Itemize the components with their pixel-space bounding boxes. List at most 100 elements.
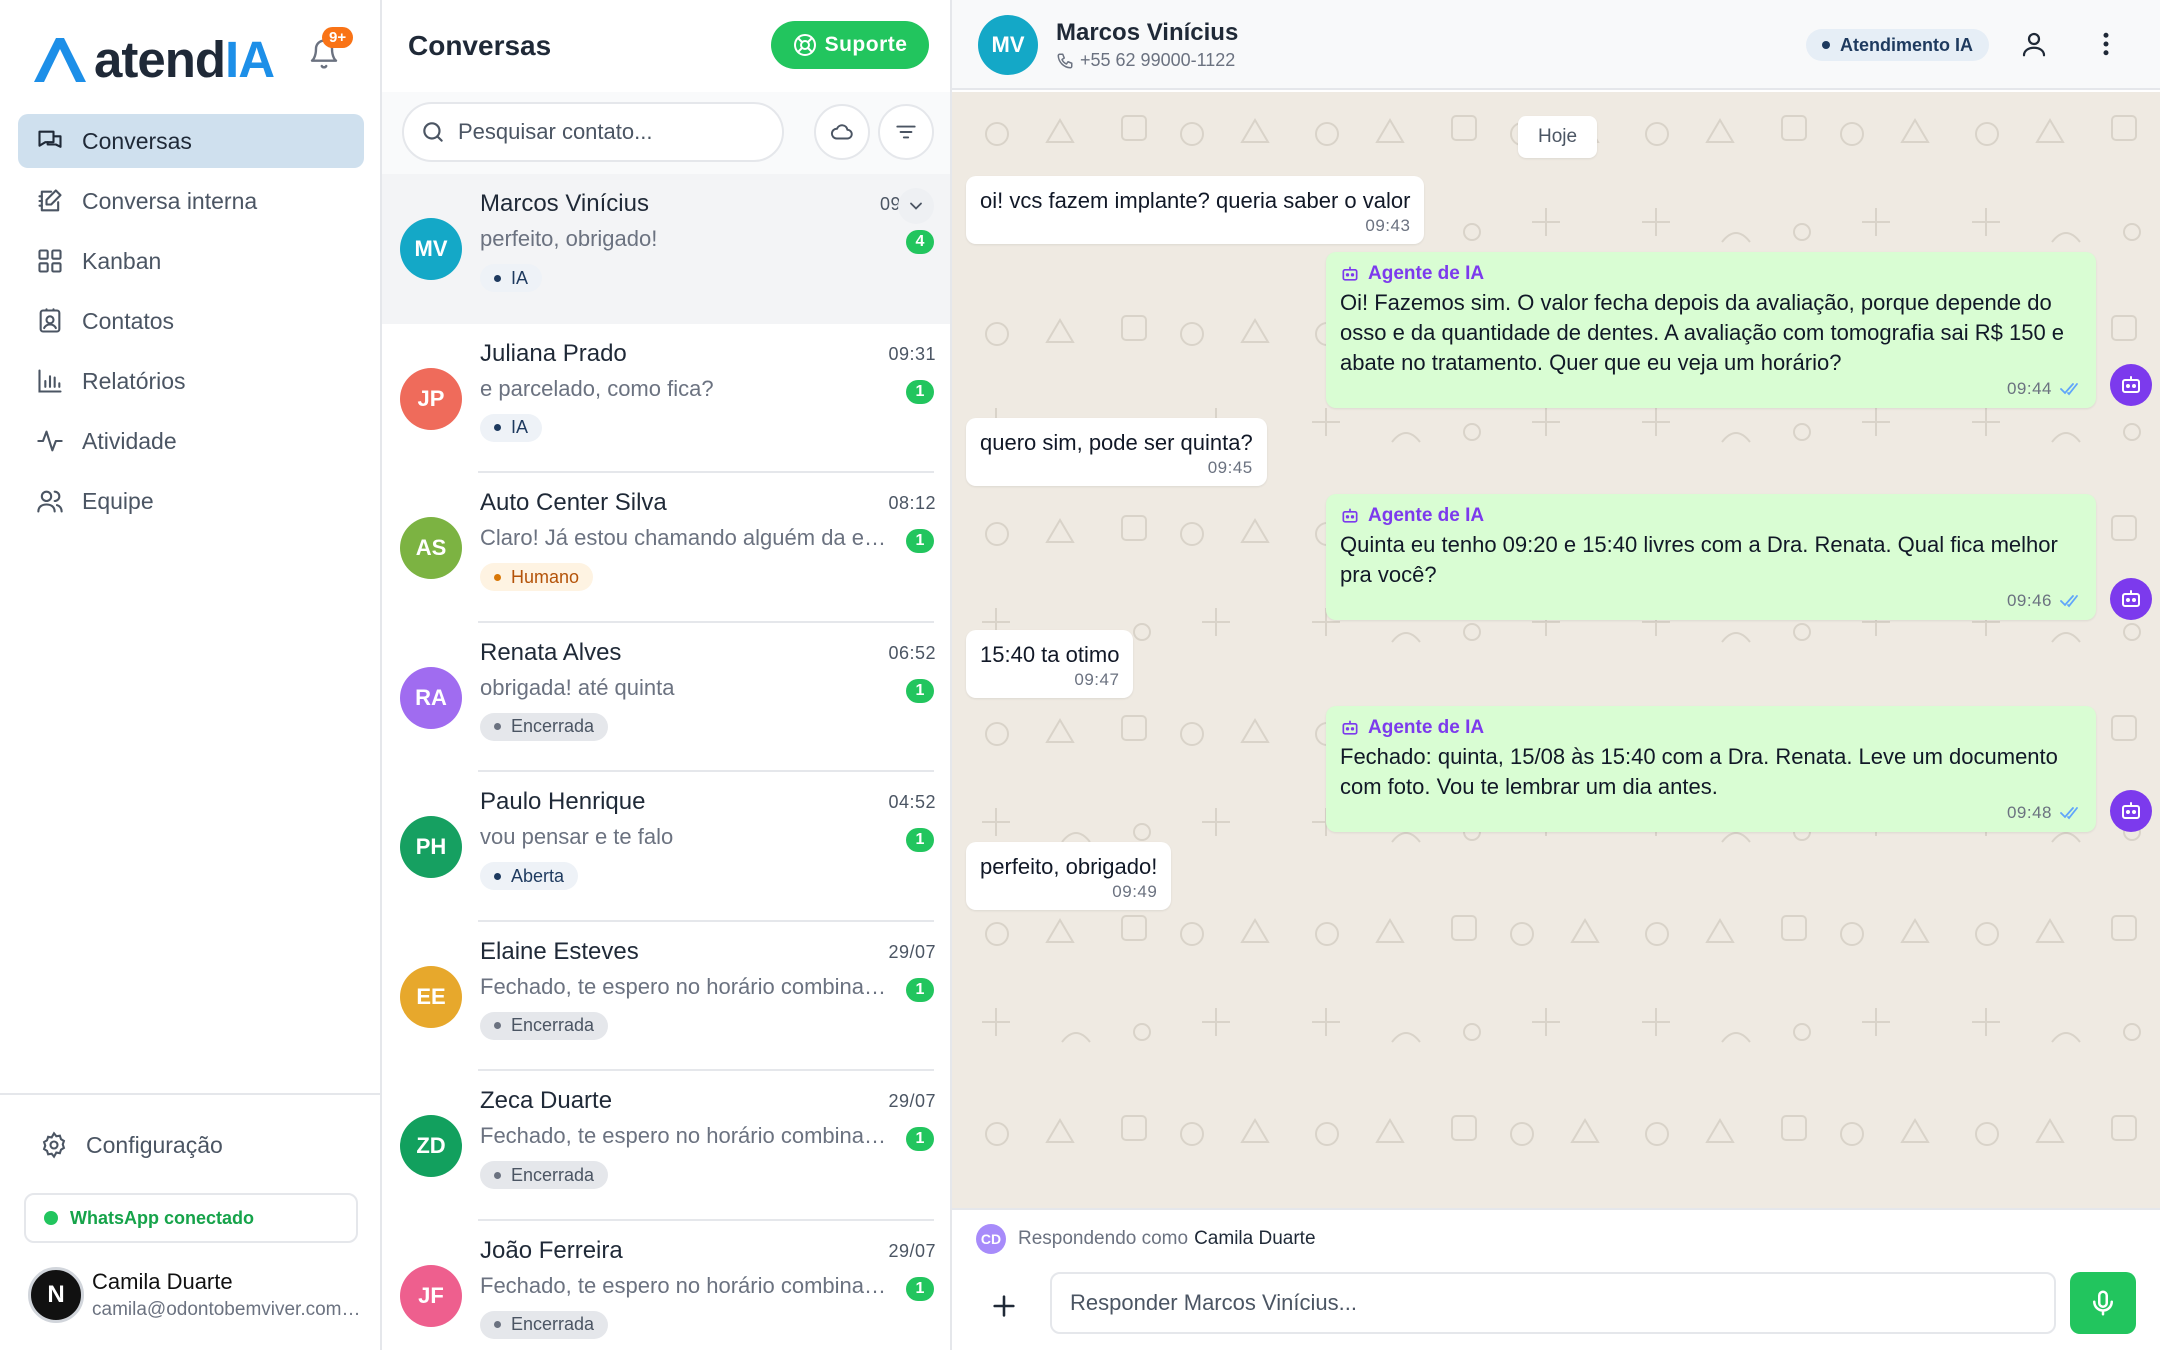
mode-badge[interactable]: Atendimento IA bbox=[1806, 29, 1989, 61]
responding-prefix: Respondendo como bbox=[1018, 1228, 1189, 1249]
user-email: camila@odontobemviver.com.br bbox=[92, 1299, 362, 1320]
message-text: perfeito, obrigado! bbox=[980, 854, 1158, 879]
contact-name[interactable]: Marcos Vinícius bbox=[1056, 19, 1238, 47]
unread-count-badge: 1 bbox=[906, 379, 934, 404]
conversation-item-elaine-esteves[interactable]: EE Elaine Esteves 29/07 Fechado, te espe… bbox=[382, 922, 950, 1071]
incoming-message: perfeito, obrigado! 09:49 bbox=[966, 842, 1172, 910]
conversation-name: João Ferreira bbox=[480, 1236, 623, 1264]
sidebar-item-label: Kanban bbox=[82, 247, 162, 274]
app-logo[interactable]: atendIA bbox=[30, 32, 275, 86]
conversation-item-joao-ferreira[interactable]: JF João Ferreira 29/07 Fechado, te esper… bbox=[382, 1221, 950, 1350]
status-badge: IA bbox=[480, 264, 543, 292]
ai-agent-avatar-icon bbox=[2110, 578, 2152, 620]
unread-count-badge: 1 bbox=[906, 828, 934, 852]
message-text: Fechado: quinta, 15/08 às 15:40 com a Dr… bbox=[1340, 744, 2058, 799]
phone-icon bbox=[1057, 53, 1073, 68]
incoming-message: 15:40 ta otimo 09:47 bbox=[966, 630, 1134, 698]
composer: CD Respondendo como Camila Duarte bbox=[952, 1208, 2160, 1350]
user-profile-button[interactable] bbox=[2016, 26, 2052, 62]
conversation-time: 09:31 bbox=[888, 343, 936, 364]
record-audio-button[interactable] bbox=[2070, 1272, 2136, 1334]
sidebar-item-conversa-interna[interactable]: Conversa interna bbox=[18, 174, 364, 228]
whatsapp-status: WhatsApp conectado bbox=[24, 1193, 358, 1243]
search-input[interactable] bbox=[458, 119, 778, 145]
double-check-icon bbox=[2060, 807, 2078, 820]
double-check-icon bbox=[2060, 595, 2078, 608]
more-options-button[interactable] bbox=[2088, 26, 2124, 62]
agent-label: Agente de IA bbox=[1340, 504, 2082, 528]
conversation-options-button[interactable] bbox=[898, 188, 934, 224]
status-badge-label: Encerrada bbox=[511, 1015, 595, 1035]
chevron-down-icon bbox=[910, 202, 922, 210]
conversation-item-marcos-vinicius[interactable]: MV Marcos Vinícius 09:49 perfeito, obrig… bbox=[382, 174, 950, 324]
gear-icon bbox=[42, 1131, 66, 1159]
conversation-name: Auto Center Silva bbox=[480, 489, 667, 516]
conversation-time: 06:52 bbox=[888, 642, 936, 663]
user-profile[interactable]: N Camila Duarte camila@odontobemviver.co… bbox=[28, 1267, 362, 1323]
logo-mark-icon bbox=[34, 38, 86, 82]
message-text: Oi! Fazemos sim. O valor fecha depois da… bbox=[1340, 290, 2065, 375]
settings-link[interactable]: Configuração bbox=[40, 1131, 223, 1159]
status-badge: Encerrada bbox=[480, 712, 609, 741]
agent-label-text: Agente de IA bbox=[1368, 263, 1485, 284]
avatar: CD bbox=[976, 1224, 1006, 1254]
whatsapp-status-label: WhatsApp conectado bbox=[70, 1207, 255, 1228]
status-badge-label: Encerrada bbox=[511, 1164, 595, 1185]
sidebar-item-conversas[interactable]: Conversas bbox=[18, 114, 364, 168]
conversation-item-renata-alves[interactable]: RA Renata Alves 06:52 obrigada! até quin… bbox=[382, 623, 950, 772]
sidebar-item-kanban[interactable]: Kanban bbox=[18, 234, 364, 288]
avatar: ZD bbox=[400, 1115, 462, 1177]
responding-name: Camila Duarte bbox=[1194, 1228, 1316, 1249]
support-button[interactable]: Suporte bbox=[771, 21, 929, 69]
search-box[interactable] bbox=[402, 102, 784, 162]
lifebuoy-icon bbox=[793, 34, 816, 56]
cloud-filter-button[interactable] bbox=[814, 104, 870, 160]
sidebar-item-label: Equipe bbox=[82, 487, 154, 514]
sidebar-item-equipe[interactable]: Equipe bbox=[18, 474, 364, 528]
microphone-icon bbox=[2093, 1290, 2113, 1316]
sidebar: atendIA 9+ Conversas Conversa interna Ka… bbox=[0, 0, 382, 1350]
robot-icon bbox=[1342, 720, 1358, 735]
conversation-item-zeca-duarte[interactable]: ZD Zeca Duarte 29/07 Fechado, te espero … bbox=[382, 1071, 950, 1221]
sidebar-item-atividade[interactable]: Atividade bbox=[18, 414, 364, 468]
avatar[interactable]: MV bbox=[978, 15, 1038, 75]
message-time: 09:46 bbox=[2006, 591, 2052, 610]
sidebar-item-relatorios[interactable]: Relatórios bbox=[18, 354, 364, 408]
agent-label: Agente de IA bbox=[1340, 716, 2082, 740]
sidebar-item-contatos[interactable]: Contatos bbox=[18, 294, 364, 348]
conversation-name: Renata Alves bbox=[480, 638, 622, 666]
user-name: Camila Duarte bbox=[92, 1269, 233, 1294]
sidebar-item-label: Contatos bbox=[82, 307, 175, 334]
message-time: 09:43 bbox=[1365, 216, 1411, 235]
settings-label: Configuração bbox=[86, 1131, 223, 1158]
conversation-name: Paulo Henrique bbox=[480, 788, 646, 815]
outgoing-ai-message: Agente de IA Oi! Fazemos sim. O valor fe… bbox=[1326, 252, 2096, 408]
robot-icon bbox=[1342, 266, 1358, 281]
status-badge: Encerrada bbox=[480, 1310, 609, 1339]
conversation-name: Marcos Vinícius bbox=[480, 190, 649, 217]
reply-input[interactable] bbox=[1050, 1272, 2056, 1334]
conversation-name: Juliana Prado bbox=[480, 339, 627, 367]
filter-button[interactable] bbox=[878, 104, 934, 160]
conversation-item-juliana-prado[interactable]: JP Juliana Prado 09:31 e parcelado, como… bbox=[382, 324, 950, 473]
message-time: 09:48 bbox=[2006, 803, 2052, 822]
message-text: Quinta eu tenho 09:20 e 15:40 livres com… bbox=[1340, 532, 2058, 587]
outgoing-ai-message: Agente de IA Quinta eu tenho 09:20 e 15:… bbox=[1326, 494, 2096, 620]
conversation-preview: Fechado, te espero no horário combinado. bbox=[480, 973, 888, 999]
sidebar-item-label: Atividade bbox=[82, 427, 177, 454]
page-title: Conversas bbox=[408, 30, 552, 61]
incoming-message: oi! vcs fazem implante? queria saber o v… bbox=[966, 176, 1425, 244]
conversation-item-paulo-henrique[interactable]: PH Paulo Henrique 04:52 vou pensar e te … bbox=[382, 772, 950, 922]
avatar: AS bbox=[400, 517, 462, 579]
sidebar-footer: Configuração WhatsApp conectado N Camila… bbox=[0, 1093, 380, 1350]
conversation-item-auto-center-silva[interactable]: AS Auto Center Silva 08:12 Claro! Já est… bbox=[382, 473, 950, 623]
avatar: RA bbox=[400, 666, 462, 729]
plus-icon bbox=[993, 1295, 1015, 1317]
message-thread[interactable]: Hoje oi! vcs fazem implante? queria sabe… bbox=[952, 92, 2160, 1208]
agent-label: Agente de IA bbox=[1340, 262, 2082, 286]
status-badge: Humano bbox=[480, 563, 594, 591]
attach-button[interactable] bbox=[984, 1286, 1024, 1326]
conversation-preview: Fechado, te espero no horário combinado. bbox=[480, 1272, 888, 1298]
status-badge-label: IA bbox=[511, 267, 529, 288]
contact-phone-number: +55 62 99000-1122 bbox=[1080, 50, 1236, 70]
